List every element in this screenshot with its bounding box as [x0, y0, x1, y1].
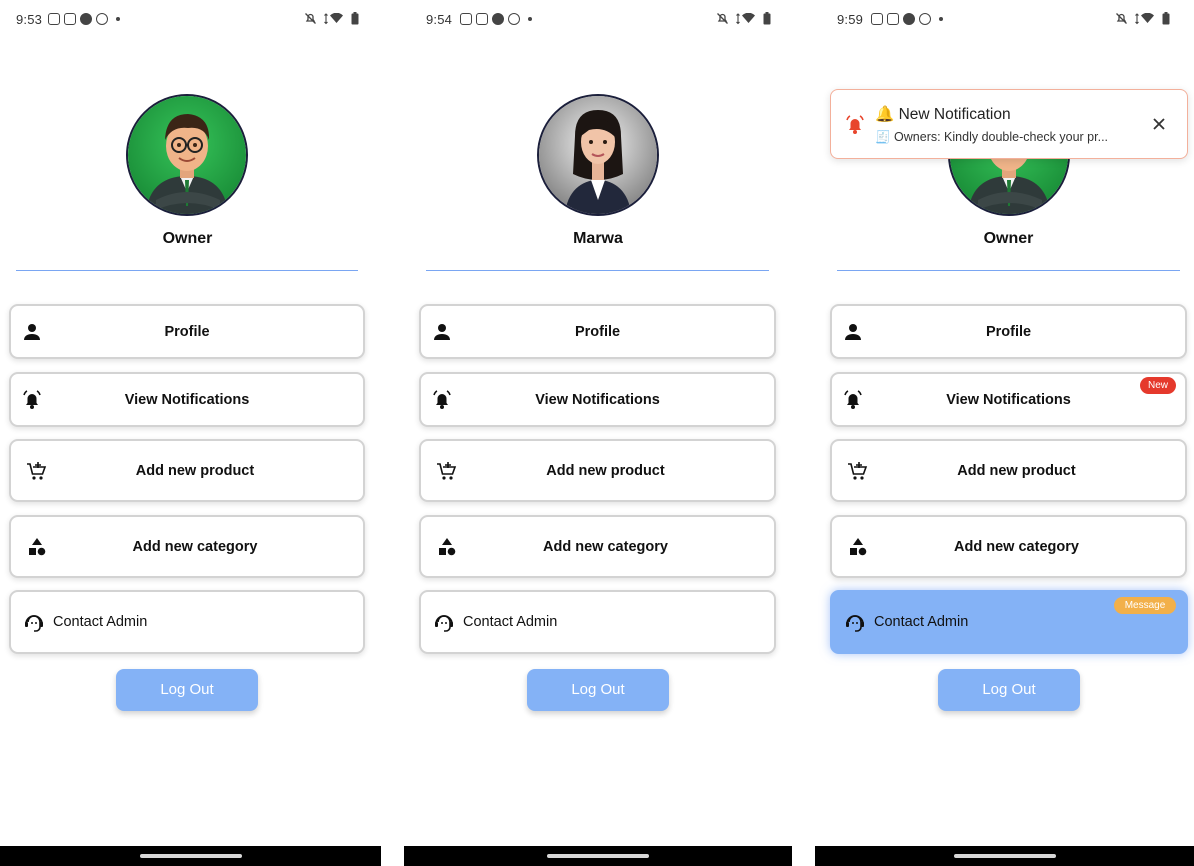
- view-notifications-label: View Notifications: [124, 391, 250, 408]
- status-bar: 9:53: [0, 0, 381, 40]
- add-category-label: Add new category: [543, 538, 668, 555]
- user-name: Marwa: [573, 230, 623, 247]
- profile-button[interactable]: Profile: [9, 304, 365, 359]
- more-notifications-dot: [116, 17, 120, 21]
- profile-label: Profile: [985, 323, 1032, 340]
- add-product-button[interactable]: Add new product: [9, 439, 365, 502]
- add-category-button[interactable]: Add new category: [830, 515, 1187, 578]
- instagram-icon: [476, 13, 488, 25]
- more-notifications-dot: [528, 17, 532, 21]
- more-notifications-dot: [939, 17, 943, 21]
- support-agent-icon: [433, 611, 455, 633]
- home-gesture-handle[interactable]: [547, 854, 649, 858]
- messenger-icon: [492, 13, 504, 25]
- status-app-icons: [871, 13, 943, 25]
- navigation-bar: [404, 846, 792, 866]
- add-product-label: Add new product: [957, 462, 1076, 479]
- add-category-button[interactable]: Add new category: [419, 515, 776, 578]
- system-status-icons: [1115, 12, 1170, 25]
- home-gesture-handle[interactable]: [953, 854, 1056, 858]
- mute-icon: [304, 12, 317, 25]
- message-badge: Message: [1114, 597, 1176, 614]
- status-app-icons: [460, 13, 532, 25]
- add-product-button[interactable]: Add new product: [419, 439, 776, 502]
- navigation-bar: [0, 846, 381, 866]
- navigation-bar: [815, 846, 1194, 866]
- battery-icon: [763, 12, 771, 25]
- contact-admin-button[interactable]: Contact Admin: [419, 590, 776, 654]
- add-category-label: Add new category: [132, 538, 258, 555]
- notification-toast[interactable]: 🔔 New Notification 🧾 Owners: Kindly doub…: [830, 89, 1188, 159]
- logout-button[interactable]: Log Out: [938, 669, 1080, 711]
- battery-icon: [351, 12, 359, 25]
- instagram-icon: [460, 13, 472, 25]
- status-bar: 9:59: [815, 0, 1194, 40]
- view-notifications-button[interactable]: View Notifications New: [830, 372, 1187, 427]
- phone-screen-owner: 9:53 Owner Profile View Notifications Ad…: [0, 0, 381, 866]
- add-product-label: Add new product: [546, 462, 665, 479]
- contact-admin-label: Contact Admin: [53, 614, 148, 630]
- contact-admin-label: Contact Admin: [463, 614, 558, 630]
- bell-alert-icon: [844, 114, 866, 141]
- system-status-icons: [716, 12, 771, 25]
- view-notifications-button[interactable]: View Notifications: [9, 372, 365, 427]
- system-status-icons: [304, 12, 359, 25]
- home-gesture-handle[interactable]: [139, 854, 242, 858]
- instagram-icon: [871, 13, 883, 25]
- phone-screen-marwa: 9:54 Marwa Profile View Notifications Ad…: [404, 0, 792, 866]
- support-agent-icon: [844, 611, 866, 633]
- location-icon: [919, 13, 931, 25]
- close-icon[interactable]: [1151, 116, 1167, 132]
- add-product-label: Add new product: [135, 462, 255, 479]
- instagram-icon: [887, 13, 899, 25]
- location-icon: [96, 13, 108, 25]
- wifi-icon: [736, 12, 756, 25]
- status-time: 9:53: [16, 12, 43, 27]
- status-bar: 9:54: [404, 0, 792, 40]
- instagram-icon: [48, 13, 60, 25]
- new-badge: New: [1140, 377, 1176, 394]
- logout-button[interactable]: Log Out: [527, 669, 669, 711]
- user-name: Owner: [983, 230, 1034, 247]
- location-icon: [508, 13, 520, 25]
- profile-avatar: [537, 94, 659, 216]
- contact-admin-button[interactable]: Contact Admin Message: [830, 590, 1188, 654]
- contact-admin-button[interactable]: Contact Admin: [9, 590, 365, 654]
- support-agent-icon: [23, 611, 45, 633]
- mute-icon: [716, 12, 729, 25]
- contact-admin-label: Contact Admin: [874, 614, 969, 630]
- add-category-label: Add new category: [954, 538, 1079, 555]
- status-time: 9:59: [837, 12, 864, 27]
- name-divider: [426, 270, 769, 271]
- phone-screen-owner-notification: 9:59 Owner Profile View Notifications Ne…: [815, 0, 1194, 866]
- logout-button[interactable]: Log Out: [116, 669, 258, 711]
- mute-icon: [1115, 12, 1128, 25]
- toast-message: 🧾 Owners: Kindly double-check your pr...: [875, 130, 1109, 144]
- toast-title: 🔔 New Notification: [875, 106, 1011, 123]
- view-notifications-label: View Notifications: [946, 391, 1071, 408]
- user-name: Owner: [162, 230, 213, 247]
- add-product-button[interactable]: Add new product: [830, 439, 1187, 502]
- messenger-icon: [80, 13, 92, 25]
- view-notifications-button[interactable]: View Notifications: [419, 372, 776, 427]
- status-app-icons: [48, 13, 120, 25]
- wifi-icon: [324, 12, 344, 25]
- name-divider: [16, 270, 358, 271]
- profile-label: Profile: [574, 323, 621, 340]
- profile-button[interactable]: Profile: [830, 304, 1187, 359]
- status-time: 9:54: [426, 12, 453, 27]
- name-divider: [837, 270, 1180, 271]
- profile-avatar: [126, 94, 248, 216]
- add-category-button[interactable]: Add new category: [9, 515, 365, 578]
- profile-label: Profile: [164, 323, 210, 340]
- profile-button[interactable]: Profile: [419, 304, 776, 359]
- battery-icon: [1162, 12, 1170, 25]
- wifi-icon: [1135, 12, 1155, 25]
- messenger-icon: [903, 13, 915, 25]
- view-notifications-label: View Notifications: [535, 391, 660, 408]
- instagram-icon: [64, 13, 76, 25]
